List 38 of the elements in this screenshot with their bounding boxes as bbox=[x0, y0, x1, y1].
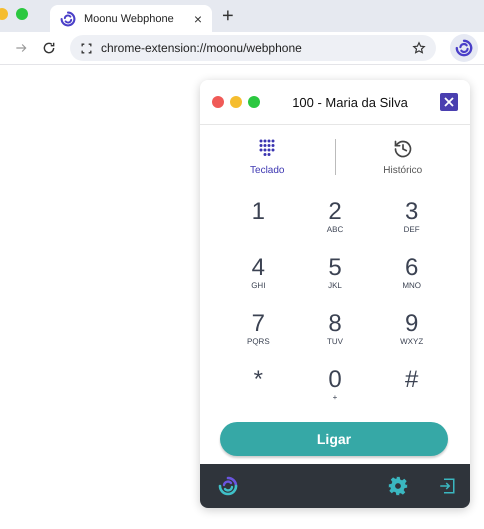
dial-key[interactable]: 3 DEF bbox=[373, 195, 450, 251]
star-icon[interactable] bbox=[412, 41, 426, 55]
dial-key[interactable]: 9 WXYZ bbox=[373, 307, 450, 363]
close-dot[interactable] bbox=[212, 96, 224, 108]
tab[interactable]: Teclado bbox=[200, 138, 334, 176]
tab-title: Moonu Webphone bbox=[84, 12, 175, 24]
dial-key[interactable]: 8 TUV bbox=[296, 307, 374, 363]
dial-key[interactable]: 0 + bbox=[296, 363, 374, 419]
extension-button[interactable] bbox=[450, 34, 478, 62]
dial-key[interactable]: 2 ABC bbox=[296, 195, 374, 251]
browser-tab[interactable]: Moonu Webphone × bbox=[50, 5, 212, 32]
settings-icon[interactable] bbox=[388, 476, 408, 496]
dial-key[interactable]: 4 GHI bbox=[220, 251, 297, 307]
close-button[interactable] bbox=[440, 93, 458, 111]
logout-icon[interactable] bbox=[438, 477, 456, 495]
dial-key[interactable]: 5 JKL bbox=[296, 251, 374, 307]
tab[interactable]: Histórico bbox=[336, 138, 470, 176]
dial-key[interactable]: # bbox=[373, 363, 450, 419]
close-icon bbox=[444, 97, 454, 107]
close-tab-icon[interactable]: × bbox=[194, 10, 202, 26]
history-icon bbox=[392, 138, 413, 158]
dial-key[interactable]: 1 bbox=[220, 195, 297, 251]
reload-icon[interactable] bbox=[42, 41, 56, 55]
dial-key[interactable]: * bbox=[220, 363, 297, 419]
dial-key[interactable]: 7 PQRS bbox=[220, 307, 297, 363]
logo-icon bbox=[60, 10, 76, 26]
dial-key[interactable]: 6 MNO bbox=[373, 251, 450, 307]
url-text: chrome-extension://moonu/webphone bbox=[101, 41, 303, 55]
extension-logo-icon bbox=[455, 39, 473, 57]
minimize-dot[interactable] bbox=[230, 96, 242, 108]
new-tab-icon[interactable]: + bbox=[222, 5, 234, 28]
site-info-icon[interactable] bbox=[80, 42, 93, 54]
address-bar[interactable]: chrome-extension://moonu/webphone bbox=[70, 35, 436, 61]
maximize-dot[interactable] bbox=[16, 8, 28, 20]
keypad-icon bbox=[259, 138, 276, 158]
logo-icon bbox=[218, 476, 238, 496]
window-title: 100 - Maria da Silva bbox=[291, 94, 409, 110]
maximize-dot[interactable] bbox=[248, 96, 260, 108]
